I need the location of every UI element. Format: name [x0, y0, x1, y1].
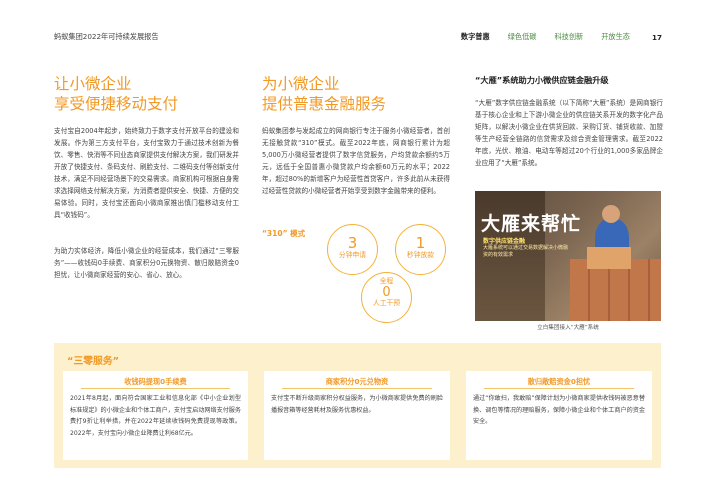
photo-worker-head: [602, 205, 620, 223]
photo-subtext: 数字供应链金融 大雁系统可以通过交易数据解决小微融资的有效需求: [483, 238, 569, 259]
service-card-compensation: 散归敞赔资金0担忧 通过“你敢扫，我敢赔”保障计划为小微商家提供收钱码被恶意替换…: [466, 371, 652, 460]
card-body: 支付宝不断升级商家积分权益服务，为小微商家提供免费的刷脸播报音箱等经营耗材及服务…: [271, 395, 443, 414]
heading-line-1: 让小微企业: [54, 75, 132, 93]
tab-open-ecosystem[interactable]: 开放生态: [601, 32, 630, 42]
service-card-zero-fee: 收钱码提现0手续费 2021年8月起，面向符合国家工业和信息化部《中小企业划型标…: [63, 371, 248, 460]
heading-line-1: 为小微企业: [262, 75, 340, 93]
service-card-points: 商家积分0元兑物资 支付宝不断升级商家积分权益服务，为小微商家提供免费的刷脸播报…: [264, 371, 450, 460]
section-heading: “大雁”系统助力小微供应链金融升级: [475, 75, 609, 85]
tab-green-low-carbon[interactable]: 绿色低碳: [508, 32, 537, 42]
heading-line-2: 提供普惠金融服务: [262, 95, 387, 113]
photo-held-box: [587, 247, 631, 269]
stat-number: 1: [415, 234, 426, 252]
photo-subtext-title: 数字供应链金融: [483, 238, 526, 245]
paragraph: 蚂蚁集团参与发起成立的网商银行专注于服务小微经营者，首创无接触贷款“310”模式…: [262, 127, 450, 195]
card-body: 2021年8月起，面向符合国家工业和信息化部《中小企业划型标准规定》的小微企业和…: [70, 395, 241, 437]
stat-number: 3: [347, 234, 358, 252]
card-divider: [81, 388, 230, 389]
section-heading: 为小微企业 提供普惠金融服务: [262, 74, 462, 114]
card-title: 收钱码提现0手续费: [124, 377, 187, 386]
photo-subtext-body: 大雁系统可以通过交易数据解决小微融资的有效需求: [483, 245, 569, 258]
warehouse-photo: 大雁来帮忙 数字供应链金融 大雁系统可以通过交易数据解决小微融资的有效需求: [475, 191, 661, 321]
stat-label: 秒钟放款: [406, 251, 435, 259]
paragraph: “大雁”数字供应链金融系统（以下简称“大雁”系统）是网商银行基于核心企业和上下游…: [475, 99, 663, 167]
heading-line-2: 享受便捷移动支付: [54, 95, 179, 113]
stat-circle-apply: 3 分钟申请: [327, 224, 378, 275]
card-divider: [484, 388, 634, 389]
section-heading: 让小微企业 享受便捷移动支付: [54, 74, 254, 114]
page-number: 17: [651, 32, 662, 42]
stat-number: 0: [382, 285, 391, 300]
stat-circle-manual: 全程 0 人工干预: [361, 272, 412, 323]
stat-circle-release: 1 秒钟放款: [395, 224, 446, 275]
stat-label: 分钟申请: [338, 251, 367, 259]
card-divider: [282, 388, 432, 389]
tab-digital-inclusion[interactable]: 数字普惠: [461, 32, 490, 42]
card-title: 散归敞赔资金0担忧: [527, 377, 591, 386]
paragraph: 为助力实体经济，降低小微企业的经营成本，我们通过“三零服务”——收钱码0手续费、…: [54, 247, 239, 279]
photo-headline: 大雁来帮忙: [481, 213, 582, 235]
photo-caption: 立白集团接入“大雁”系统: [537, 325, 599, 331]
tab-tech-innovation[interactable]: 科技创新: [554, 32, 583, 42]
mode-label: “310” 模式: [262, 229, 306, 238]
page-header: 蚂蚁集团2022年可持续发展报告 数字普惠 绿色低碳 科技创新 开放生态 17: [54, 32, 662, 46]
stat-label: 人工干预: [372, 299, 401, 307]
section-nav: 数字普惠 绿色低碳 科技创新 开放生态 17: [443, 32, 662, 42]
report-title: 蚂蚁集团2022年可持续发展报告: [54, 32, 159, 41]
paragraph: 支付宝自2004年起步，始终致力于数字支付开放平台的建设和发展。作为第三方支付平…: [54, 127, 239, 219]
card-title: 商家积分0元兑物资: [325, 377, 389, 386]
zero-service-title: “三零服务”: [67, 356, 120, 367]
card-body: 通过“你敢扫，我敢赔”保障计划为小微商家提供收钱码被恶意替换、调包等情况的理赔服…: [473, 395, 645, 425]
